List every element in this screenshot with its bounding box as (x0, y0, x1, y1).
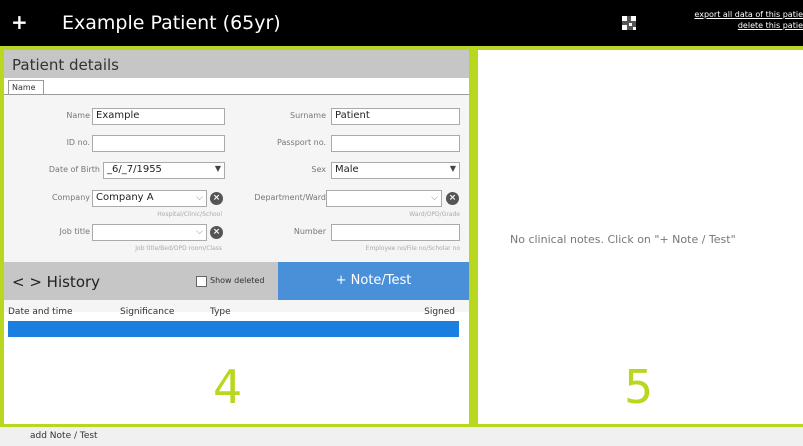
surname-label: Surname (290, 111, 326, 120)
department-hint: Ward/OPD/Grade (409, 211, 460, 218)
show-deleted-label[interactable]: Show deleted (210, 276, 264, 285)
table-row-selected[interactable] (8, 321, 459, 337)
chevron-down-icon: ⌵ (196, 193, 203, 203)
export-data-link[interactable]: export all data of this patie (694, 9, 803, 20)
company-value: Company A (96, 192, 154, 203)
number-hint: Employee no/File no/Scholar no (365, 245, 460, 252)
company-label: Company (51, 193, 90, 202)
id-label: ID no. (66, 138, 90, 147)
job-title-hint: Job title/Bed/OPD room/Class (135, 245, 222, 252)
column-signed[interactable]: Signed (424, 307, 455, 317)
clear-department-icon[interactable]: × (446, 192, 459, 205)
patient-details-title: Patient details (12, 56, 119, 74)
clear-company-icon[interactable]: × (210, 192, 223, 205)
add-note-test-button[interactable]: + Note/Test (278, 262, 469, 300)
dob-picker[interactable]: _6/_7/1955 ▼ (103, 162, 225, 179)
chevron-down-icon: ▼ (214, 164, 221, 173)
history-title[interactable]: < > History (12, 273, 100, 291)
column-type[interactable]: Type (210, 307, 231, 317)
column-significance[interactable]: Significance (120, 307, 174, 317)
app-window: + Example Patient (65yr) export all data… (0, 0, 803, 446)
number-field[interactable] (331, 224, 460, 241)
empty-notes-message: No clinical notes. Click on "+ Note / Te… (510, 233, 736, 246)
footer-text: add Note / Test (30, 431, 98, 441)
column-date-time[interactable]: Date and time (8, 307, 73, 317)
tab-name[interactable]: Name (8, 80, 44, 95)
dob-value: _6/_7/1955 (107, 164, 162, 175)
panel-number-4: 4 (213, 360, 243, 414)
add-patient-button[interactable]: + (11, 12, 28, 32)
department-combobox[interactable]: ⌵ (326, 190, 442, 207)
job-title-combobox[interactable]: ⌵ (92, 224, 207, 241)
passport-field[interactable] (331, 135, 460, 152)
name-field[interactable]: Example (92, 108, 225, 125)
job-title-label: Job title (59, 227, 90, 236)
sex-select[interactable]: Male ▼ (331, 162, 460, 179)
patient-panel: Patient details Name Name Example Surnam… (4, 50, 469, 424)
panel-number-5: 5 (624, 360, 654, 414)
history-header: < > History Show deleted + Note/Test (4, 262, 469, 300)
surname-field[interactable]: Patient (331, 108, 460, 125)
sex-label: Sex (311, 165, 326, 174)
dob-label: Date of Birth (48, 165, 100, 174)
notes-panel: No clinical notes. Click on "+ Note / Te… (478, 50, 803, 424)
header-links: export all data of this patie delete thi… (694, 9, 803, 31)
sex-value: Male (335, 164, 359, 175)
name-label: Name (66, 111, 90, 120)
patient-details-header: Patient details (4, 50, 469, 78)
id-field[interactable] (92, 135, 225, 152)
department-label: Department/Ward (254, 193, 326, 202)
qr-code-icon[interactable] (622, 16, 636, 30)
number-label: Number (293, 227, 326, 236)
company-combobox[interactable]: Company A ⌵ (92, 190, 207, 207)
status-bar: add Note / Test (0, 427, 803, 446)
passport-label: Passport no. (276, 138, 326, 147)
clear-job-title-icon[interactable]: × (210, 226, 223, 239)
delete-patient-link[interactable]: delete this patie (694, 20, 803, 31)
patient-title: Example Patient (65yr) (62, 12, 281, 34)
chevron-down-icon: ⌵ (431, 193, 438, 203)
company-hint: Hospital/Clinic/School (157, 211, 222, 218)
chevron-down-icon: ⌵ (196, 227, 203, 237)
history-table-header: Date and time Significance Type Signed (8, 307, 459, 320)
show-deleted-checkbox[interactable] (196, 276, 207, 287)
chevron-down-icon: ▼ (449, 164, 456, 173)
header-bar: + Example Patient (65yr) export all data… (0, 0, 803, 46)
